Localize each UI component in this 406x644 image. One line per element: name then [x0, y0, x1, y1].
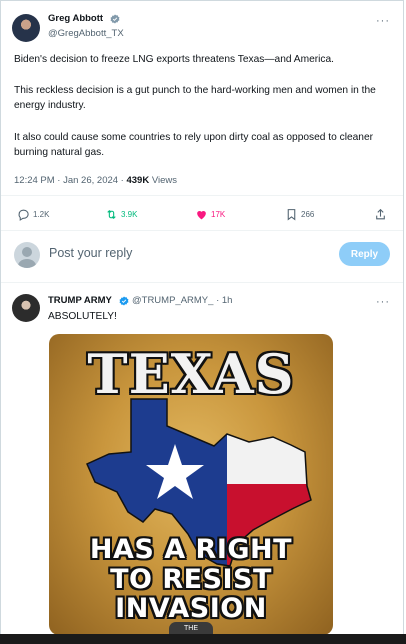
meme-line-1: HAS A RIGHT	[89, 534, 293, 565]
divider	[1, 195, 403, 196]
bookmark-count: 266	[301, 209, 315, 219]
tweet-timestamp[interactable]: 12:24 PM · Jan 26, 2024 · 439K Views	[14, 175, 177, 186]
tweet-paragraph-1: Biden's decision to freeze LNG exports t…	[14, 54, 334, 65]
divider	[1, 282, 403, 283]
tweet-paragraph-3: It also could cause some countries to re…	[14, 132, 374, 158]
reply-image[interactable]: TEXAS HAS A RIGHT TO RESIST INVASION THE	[49, 334, 333, 634]
tweet-paragraph-2: This reckless decision is a gut punch to…	[14, 85, 376, 111]
repost-action[interactable]: 3.9K	[105, 207, 137, 221]
verified-badge-icon	[110, 14, 120, 24]
reply-author-handle[interactable]: @TRUMP_ARMY_ · 1h	[132, 295, 232, 306]
user-avatar	[14, 242, 40, 268]
reply-text: ABSOLUTELY!	[48, 311, 117, 322]
share-icon	[376, 208, 385, 219]
like-count: 17K	[211, 209, 226, 219]
reply-author-avatar[interactable]	[12, 294, 40, 322]
bookmark-icon	[287, 208, 296, 220]
reply-count: 1.2K	[33, 209, 50, 219]
author-name[interactable]: Greg Abbott	[48, 13, 103, 24]
meme-badge: THE	[169, 622, 213, 634]
author-avatar[interactable]	[12, 14, 40, 42]
bookmark-action[interactable]: 266	[285, 207, 314, 221]
views-count: 439K	[126, 175, 150, 186]
reply-icon	[18, 209, 29, 221]
meme-line-2: TO RESIST	[110, 564, 272, 595]
like-action[interactable]: 17K	[195, 207, 225, 221]
heart-icon	[197, 210, 206, 219]
meme-title: TEXAS	[87, 342, 295, 406]
share-action[interactable]	[374, 207, 387, 221]
verified-badge-icon	[119, 296, 129, 306]
reply-author-name[interactable]: TRUMP ARMY	[48, 295, 112, 306]
divider	[1, 230, 403, 231]
timeline-frame: Greg Abbott @GregAbbott_TX ··· Biden's d…	[0, 0, 404, 634]
reply-action[interactable]: 1.2K	[17, 207, 49, 221]
reply-input[interactable]: Post your reply	[49, 246, 132, 260]
author-handle[interactable]: @GregAbbott_TX	[48, 28, 124, 39]
timestamp-text: 12:24 PM · Jan 26, 2024 ·	[14, 175, 127, 186]
repost-count: 3.9K	[121, 209, 138, 219]
views-label: Views	[149, 175, 178, 186]
bottom-bar	[0, 634, 406, 644]
more-options-icon[interactable]: ···	[376, 16, 390, 27]
meme-line-3: INVASION	[115, 593, 267, 624]
repost-icon	[107, 209, 116, 219]
reply-button[interactable]: Reply	[339, 242, 390, 266]
reply-more-options-icon[interactable]: ···	[376, 297, 390, 308]
